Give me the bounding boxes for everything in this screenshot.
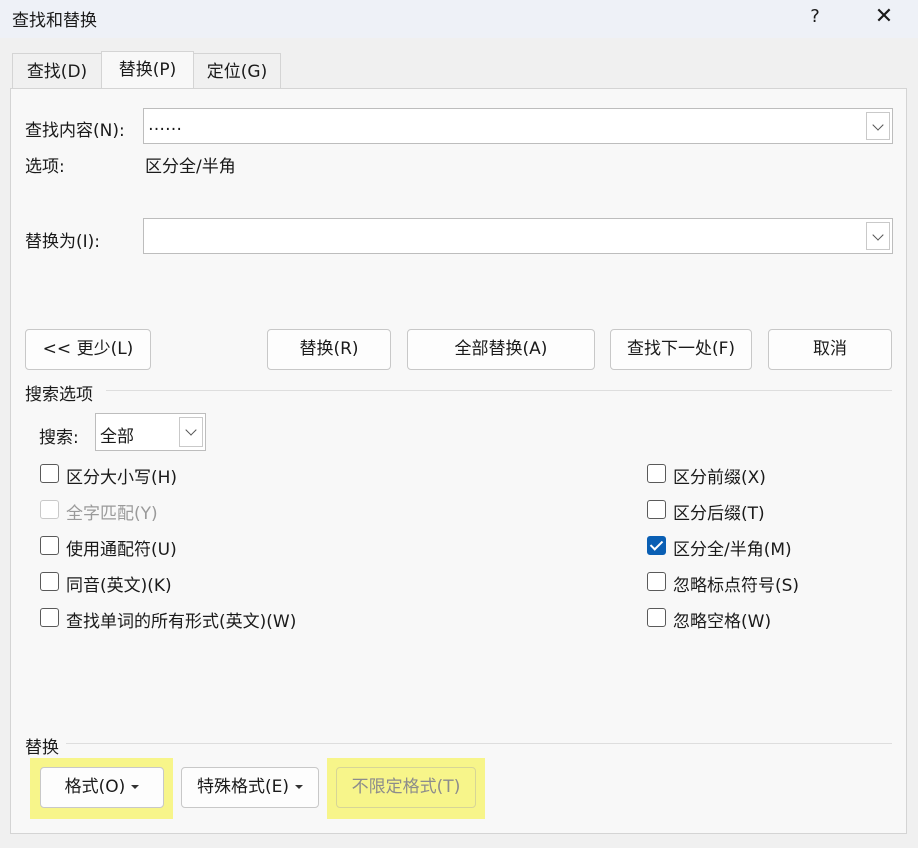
less-button[interactable]: << 更少(L) bbox=[25, 329, 151, 370]
sounds-like-checkbox[interactable] bbox=[40, 572, 59, 591]
ignore-punctuation-checkbox[interactable] bbox=[647, 572, 666, 591]
replace-section-heading: 替换 bbox=[25, 738, 59, 758]
wildcards-label[interactable]: 使用通配符(U) bbox=[66, 535, 177, 560]
replace-dropdown-icon[interactable] bbox=[866, 222, 890, 250]
whole-word-checkbox bbox=[40, 500, 59, 519]
match-prefix-checkbox[interactable] bbox=[647, 464, 666, 483]
replace-combobox[interactable] bbox=[143, 218, 893, 254]
all-word-forms-checkbox[interactable] bbox=[40, 608, 59, 627]
match-suffix-checkbox[interactable] bbox=[647, 500, 666, 519]
search-scope-select[interactable]: 全部 bbox=[95, 413, 206, 451]
whole-word-label: 全字匹配(Y) bbox=[66, 504, 158, 524]
window-title: 查找和替换 bbox=[12, 11, 97, 31]
find-combobox[interactable]: …… bbox=[143, 108, 893, 144]
options-value: 区分全/半角 bbox=[145, 157, 236, 177]
special-format-dropdown-icon bbox=[295, 785, 303, 789]
tab-goto[interactable]: 定位(G) bbox=[193, 53, 281, 89]
match-width-checkbox[interactable] bbox=[647, 536, 666, 555]
match-width-label[interactable]: 区分全/半角(M) bbox=[673, 535, 792, 560]
special-format-button[interactable]: 特殊格式(E) bbox=[181, 767, 319, 808]
no-formatting-button: 不限定格式(T) bbox=[336, 767, 476, 808]
match-case-checkbox[interactable] bbox=[40, 464, 59, 483]
format-button-label: 格式(O) bbox=[64, 777, 126, 797]
replace-button[interactable]: 替换(R) bbox=[267, 329, 391, 370]
match-case-label[interactable]: 区分大小写(H) bbox=[66, 463, 177, 488]
special-format-label: 特殊格式(E) bbox=[196, 777, 289, 797]
search-scope-value: 全部 bbox=[100, 427, 134, 447]
search-options-heading: 搜索选项 bbox=[25, 385, 93, 405]
format-dropdown-icon bbox=[131, 785, 140, 789]
replace-all-button[interactable]: 全部替换(A) bbox=[407, 329, 595, 370]
replace-section-divider bbox=[66, 743, 892, 744]
close-button[interactable]: ✕ bbox=[864, 0, 904, 36]
help-button[interactable]: ? bbox=[800, 0, 830, 36]
find-input[interactable]: …… bbox=[148, 115, 182, 135]
replace-label: 替换为(I): bbox=[25, 232, 101, 252]
wildcards-checkbox[interactable] bbox=[40, 536, 59, 555]
find-dropdown-icon[interactable] bbox=[866, 112, 890, 140]
sounds-like-label[interactable]: 同音(英文)(K) bbox=[66, 571, 172, 596]
search-scope-dropdown-icon[interactable] bbox=[179, 417, 203, 447]
match-suffix-label[interactable]: 区分后缀(T) bbox=[673, 499, 765, 524]
title-bar: 查找和替换 ? ✕ bbox=[0, 0, 918, 38]
search-label: 搜索: bbox=[39, 428, 79, 448]
all-word-forms-label[interactable]: 查找单词的所有形式(英文)(W) bbox=[66, 607, 296, 632]
tab-panel bbox=[10, 88, 907, 834]
options-label: 选项: bbox=[25, 157, 65, 177]
ignore-punctuation-label[interactable]: 忽略标点符号(S) bbox=[673, 571, 799, 596]
cancel-button[interactable]: 取消 bbox=[768, 329, 892, 370]
find-next-button[interactable]: 查找下一处(F) bbox=[610, 329, 752, 370]
tab-find[interactable]: 查找(D) bbox=[12, 53, 102, 89]
ignore-whitespace-checkbox[interactable] bbox=[647, 608, 666, 627]
format-button[interactable]: 格式(O) bbox=[40, 767, 164, 808]
match-prefix-label[interactable]: 区分前缀(X) bbox=[673, 463, 766, 488]
tab-replace[interactable]: 替换(P) bbox=[101, 51, 194, 89]
find-label: 查找内容(N): bbox=[25, 121, 125, 141]
search-options-divider bbox=[106, 390, 892, 391]
ignore-whitespace-label[interactable]: 忽略空格(W) bbox=[673, 607, 771, 632]
